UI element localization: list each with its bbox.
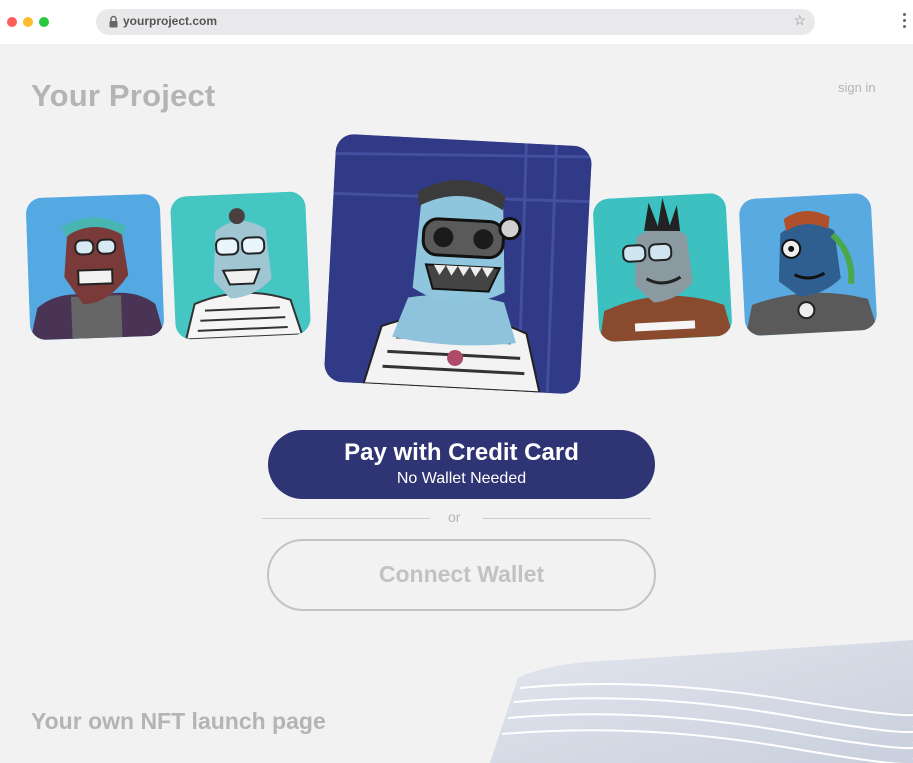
browser-toolbar: yourproject.com ☆ — [0, 0, 913, 44]
nft-card-2 — [169, 191, 312, 340]
nft-ape-topknot-image — [169, 191, 312, 340]
connect-wallet-label: Connect Wallet — [378, 561, 545, 587]
launch-page-tagline: Your own NFT launch page — [31, 708, 326, 734]
pay-button-sublabel: No Wallet Needed — [396, 470, 527, 487]
nft-ape-mohawk-image — [592, 192, 733, 343]
decorative-wave-graphic — [490, 640, 913, 763]
kebab-menu-icon[interactable] — [903, 13, 907, 31]
nft-ape-steampunk-image — [323, 133, 593, 395]
divider-left — [262, 518, 430, 519]
nft-card-4 — [592, 192, 733, 343]
maximize-window-button[interactable] — [39, 17, 49, 27]
pay-button-label: Pay with Credit Card — [344, 439, 579, 466]
nft-card-featured — [323, 133, 593, 395]
connect-wallet-button[interactable]: Connect Wallet — [267, 539, 656, 611]
pay-with-credit-card-button[interactable]: Pay with Credit Card No Wallet Needed — [268, 430, 655, 499]
url-text: yourproject.com — [123, 14, 218, 28]
nft-ape-luchador-image — [738, 192, 878, 337]
or-separator: or — [448, 509, 461, 525]
star-icon[interactable]: ☆ — [793, 12, 806, 29]
nft-ape-bandana-image — [25, 193, 165, 341]
close-window-button[interactable] — [7, 17, 17, 27]
divider-right — [483, 518, 651, 519]
nft-card-5 — [738, 192, 878, 337]
lock-icon — [109, 15, 118, 28]
page-title: Your Project — [31, 78, 216, 113]
minimize-window-button[interactable] — [23, 17, 33, 27]
address-bar[interactable]: yourproject.com ☆ — [96, 9, 815, 35]
nft-card-1 — [25, 193, 165, 341]
sign-in-link[interactable]: sign in — [838, 80, 876, 95]
